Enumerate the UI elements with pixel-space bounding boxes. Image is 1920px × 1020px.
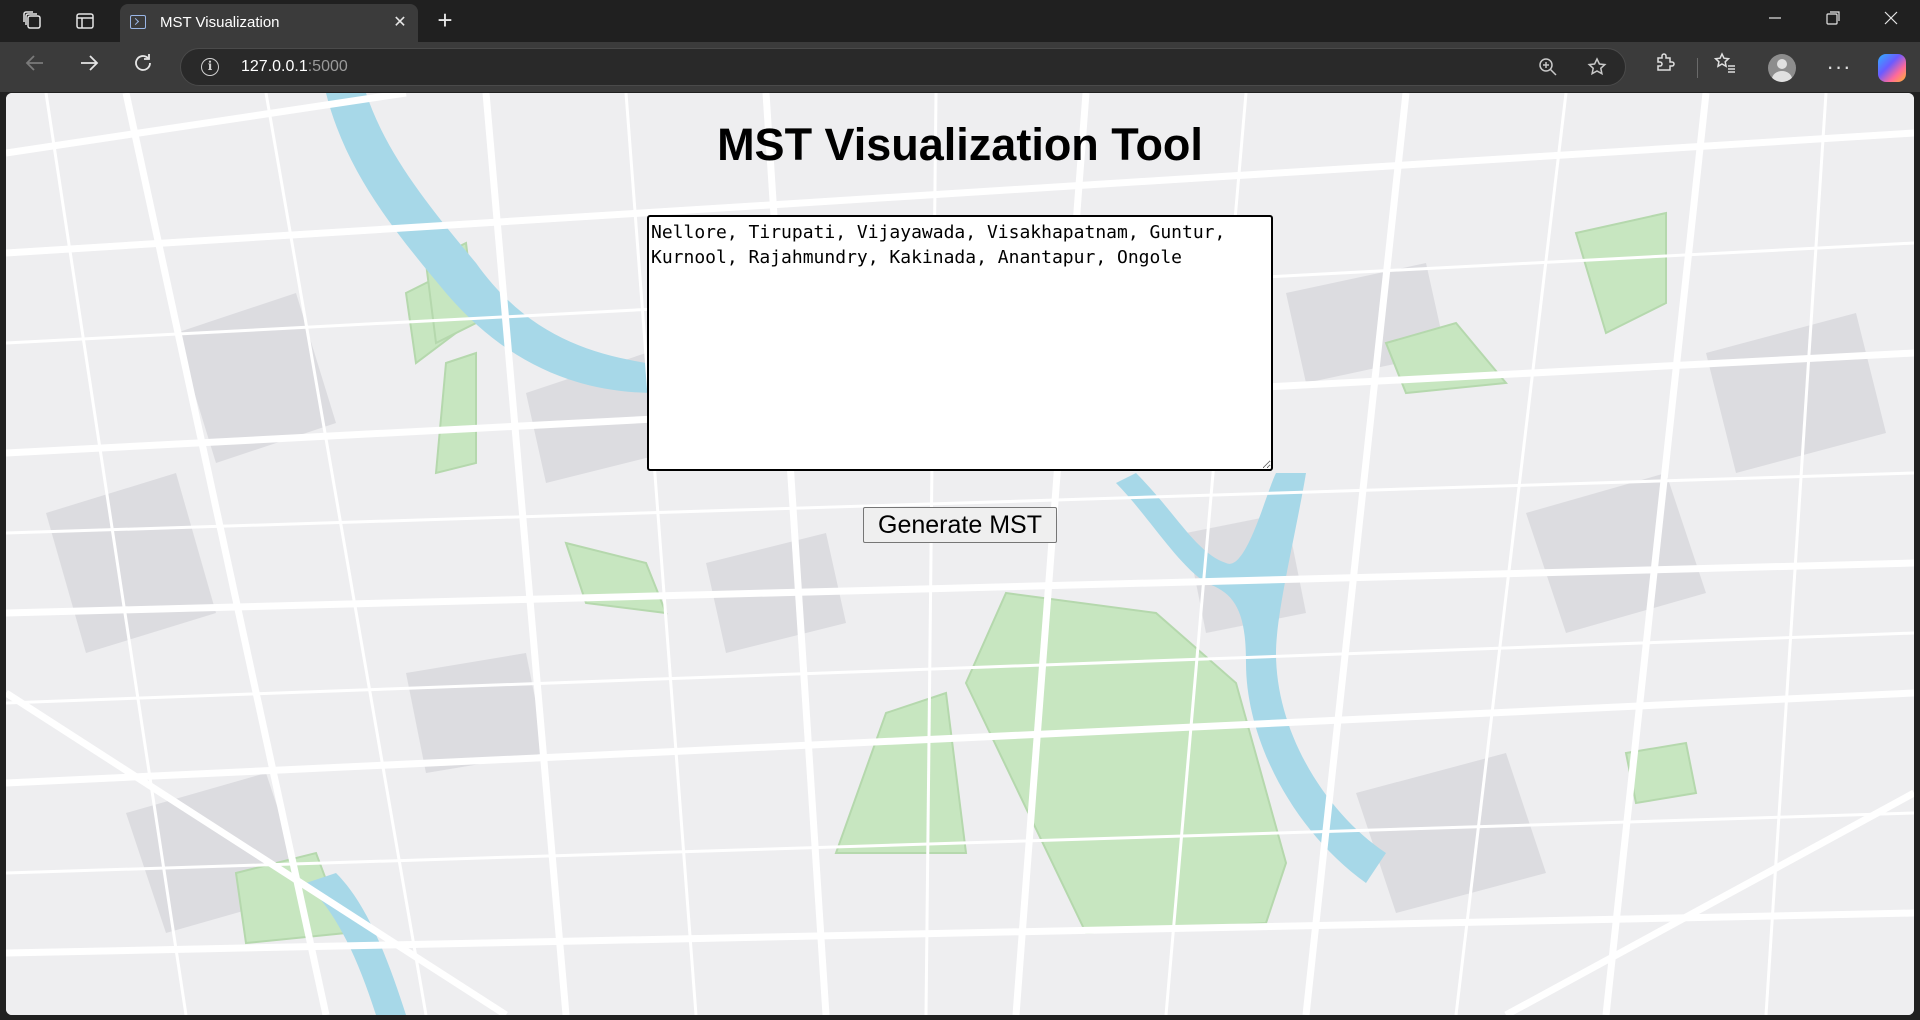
more-icon[interactable]: ···: [1824, 52, 1854, 82]
close-icon[interactable]: ✕: [390, 13, 410, 33]
browser-toolbar: i 127.0.0.1:5000 ···: [0, 42, 1920, 92]
site-info-icon[interactable]: i: [201, 58, 219, 76]
profile-icon[interactable]: [1768, 54, 1796, 82]
new-tab-icon[interactable]: +: [432, 7, 458, 34]
url-text[interactable]: 127.0.0.1:5000: [241, 58, 348, 76]
tab-title: MST Visualization: [160, 14, 280, 31]
zoom-icon[interactable]: [1537, 57, 1559, 79]
generate-mst-button[interactable]: Generate MST: [863, 507, 1057, 543]
toolbar-separator: [1697, 58, 1698, 78]
url-host: 127.0.0.1: [241, 58, 308, 75]
extensions-icon[interactable]: [1650, 52, 1680, 82]
url-port: :5000: [307, 58, 348, 75]
back-icon[interactable]: [20, 52, 50, 82]
window-close-icon[interactable]: [1876, 6, 1906, 36]
workspaces-icon[interactable]: [20, 8, 46, 34]
tab-actions-icon[interactable]: [72, 8, 98, 34]
page-title: MST Visualization Tool: [717, 119, 1203, 170]
address-bar[interactable]: i 127.0.0.1:5000: [180, 48, 1626, 86]
refresh-icon[interactable]: [128, 52, 158, 82]
cities-input[interactable]: Nellore, Tirupati, Vijayawada, Visakhapa…: [647, 215, 1273, 471]
favorite-star-icon[interactable]: [1586, 57, 1608, 79]
page-viewport: MST Visualization Tool Nellore, Tirupati…: [6, 93, 1914, 1015]
browser-tab-active[interactable]: MST Visualization ✕: [120, 4, 418, 42]
copilot-icon[interactable]: [1878, 54, 1906, 82]
maximize-icon[interactable]: [1818, 6, 1848, 36]
forward-icon[interactable]: [74, 52, 104, 82]
minimize-icon[interactable]: [1760, 6, 1790, 36]
favorites-icon[interactable]: [1710, 52, 1740, 82]
browser-title-bar: MST Visualization ✕ +: [0, 0, 1920, 42]
page-favicon-icon: [130, 15, 146, 29]
